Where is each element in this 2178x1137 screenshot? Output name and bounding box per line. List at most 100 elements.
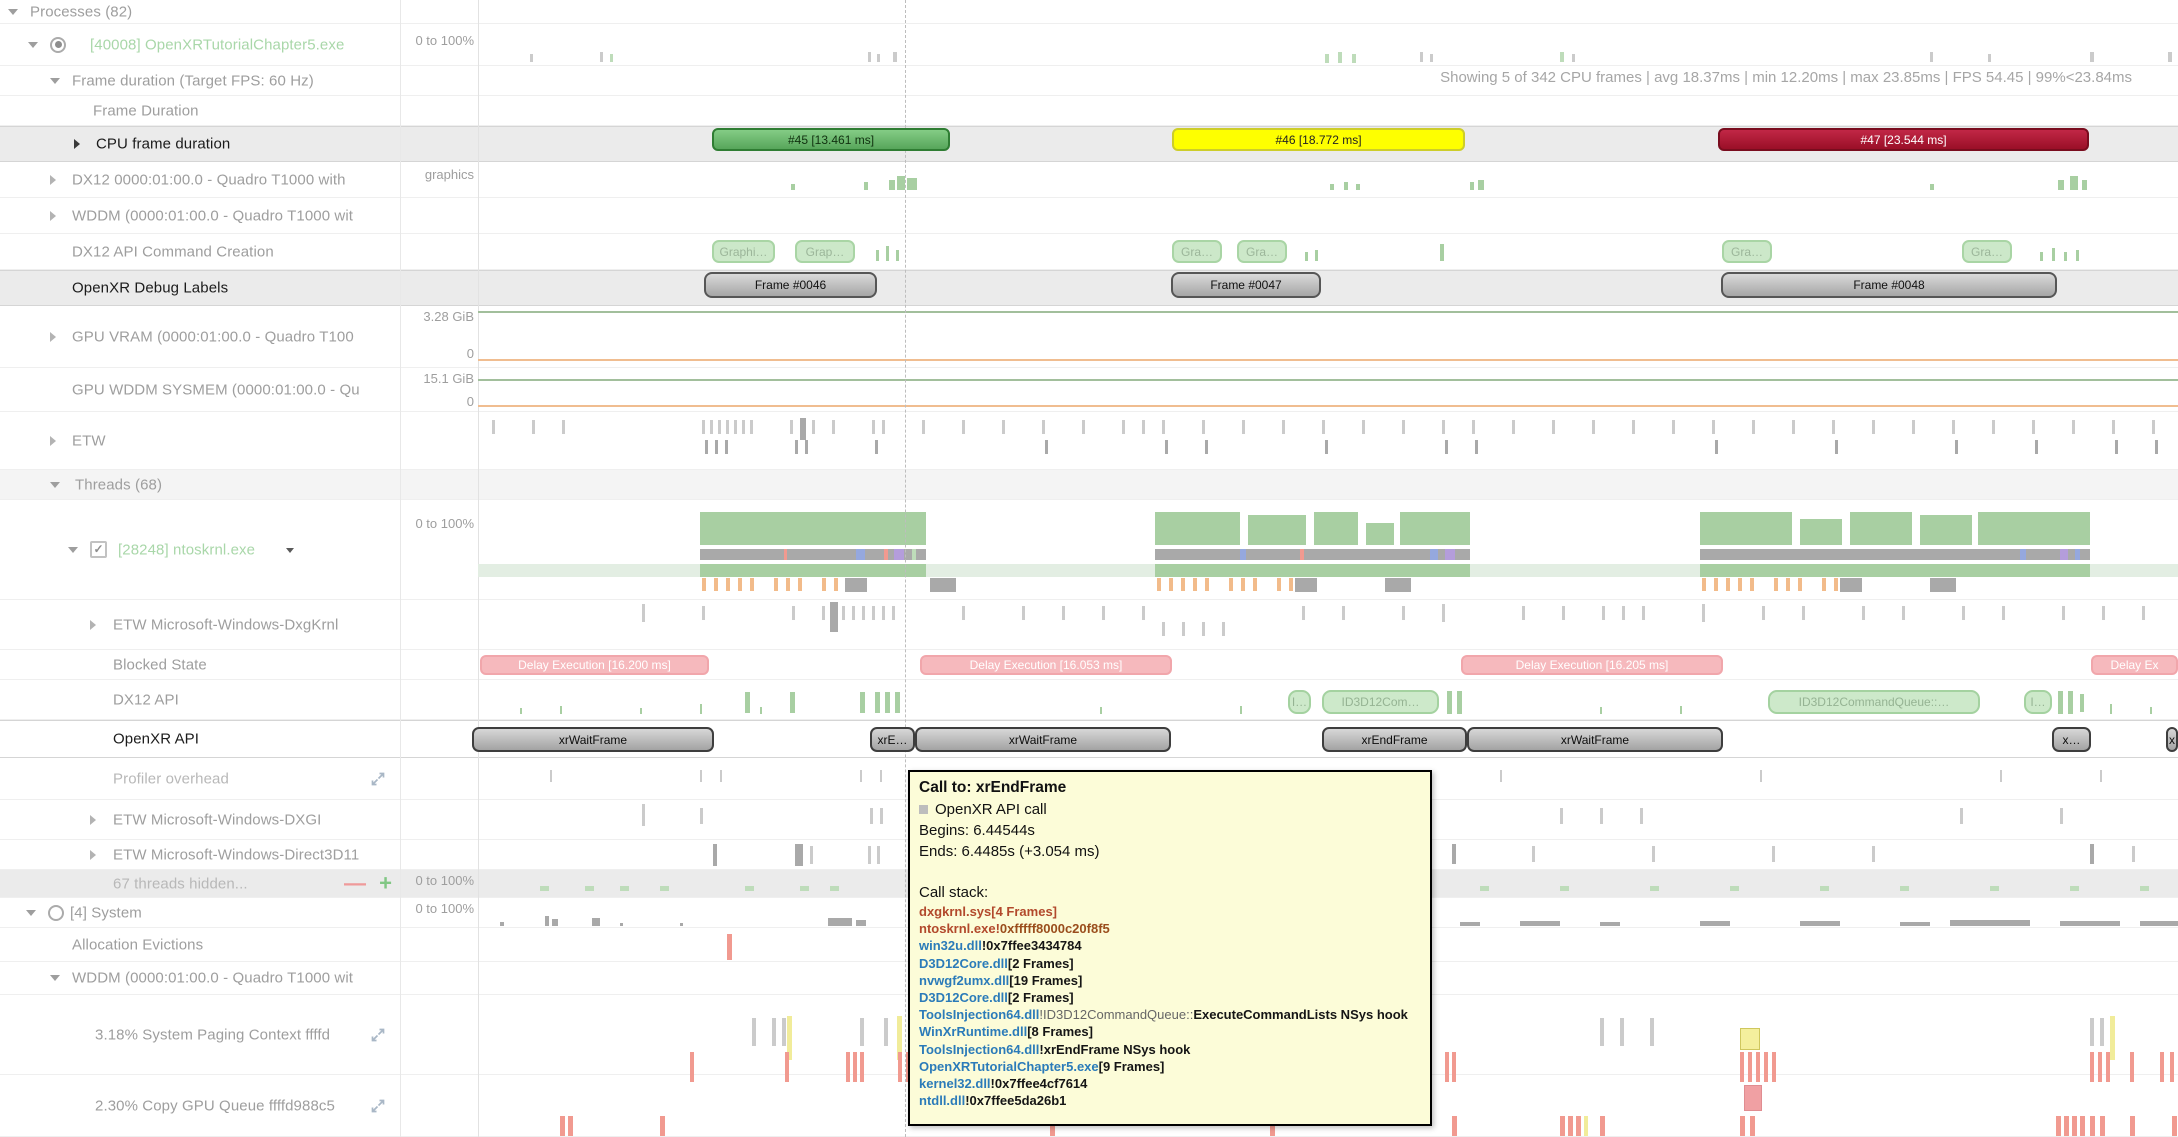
debug-label-box[interactable]: Frame #0048 bbox=[1721, 272, 2057, 298]
sidebar-item-dx12-api[interactable]: DX12 API bbox=[0, 680, 400, 719]
activity-mark bbox=[1750, 578, 1754, 591]
blocked-state-box[interactable]: Delay Execution [16.053 ms] bbox=[920, 655, 1172, 675]
sidebar-item-etw-dxgi[interactable]: ETW Microsoft-Windows-DXGI bbox=[0, 800, 400, 839]
sidebar-item-openxr-debug-labels[interactable]: OpenXR Debug Labels bbox=[0, 271, 400, 305]
chevron-right-icon[interactable] bbox=[50, 211, 56, 221]
chevron-down-icon[interactable] bbox=[28, 42, 38, 48]
dx12-api-call-box[interactable]: ID3D12CommandQueue::… bbox=[1768, 690, 1980, 714]
sidebar-item-process-system[interactable]: [4] System bbox=[0, 898, 400, 927]
dx12-api-call-box[interactable]: ID3D12Com… bbox=[1322, 690, 1439, 714]
chevron-down-icon[interactable] bbox=[68, 547, 78, 553]
openxr-api-call-box[interactable]: xrEndFrame bbox=[1322, 727, 1467, 752]
sidebar-item-processes[interactable]: Processes (82) bbox=[0, 0, 400, 23]
activity-mark bbox=[864, 182, 868, 190]
cpu-frame-bar[interactable]: #46 [18.772 ms] bbox=[1172, 128, 1465, 151]
sidebar-item-etw-direct3d11[interactable]: ETW Microsoft-Windows-Direct3D11 bbox=[0, 840, 400, 869]
activity-mark bbox=[1960, 808, 1963, 824]
blocked-state-box[interactable]: Delay Ex bbox=[2091, 655, 2178, 675]
command-creation-box[interactable]: Graphi… bbox=[712, 240, 775, 263]
sidebar-item-process-openxr[interactable]: [40008] OpenXRTutorialChapter5.exe bbox=[0, 24, 400, 65]
activity-mark bbox=[738, 578, 742, 591]
openxr-api-call-box[interactable]: xrE… bbox=[870, 727, 915, 752]
expand-row-icon[interactable] bbox=[370, 1098, 386, 1114]
sidebar-item-wddm-system[interactable]: WDDM (0000:01:00.0 - Quadro T1000 wit bbox=[0, 962, 400, 994]
sidebar-item-allocation-evictions[interactable]: Allocation Evictions bbox=[0, 928, 400, 961]
sidebar-item-threads[interactable]: Threads (68) bbox=[0, 470, 400, 499]
activity-mark bbox=[1082, 420, 1085, 434]
cpu-frame-bar[interactable]: #45 [13.461 ms] bbox=[712, 128, 950, 151]
sidebar-item-profiler-overhead[interactable]: Profiler overhead bbox=[0, 758, 400, 799]
openxr-api-call-box[interactable]: xrWaitFrame bbox=[915, 727, 1171, 752]
radio-selected-icon[interactable] bbox=[50, 37, 66, 53]
sidebar-item-wddm-gpu[interactable]: WDDM (0000:01:00.0 - Quadro T1000 wit bbox=[0, 198, 400, 233]
sidebar-item-etw[interactable]: ETW bbox=[0, 412, 400, 469]
command-creation-box[interactable]: Gra… bbox=[1722, 240, 1772, 263]
row-label: ETW Microsoft-Windows-Direct3D11 bbox=[113, 846, 359, 863]
sidebar-item-gpu-vram[interactable]: GPU VRAM (0000:01:00.0 - Quadro T100 bbox=[0, 306, 400, 367]
sidebar-item-system-paging-context[interactable]: 3.18% System Paging Context ffffd bbox=[0, 995, 400, 1074]
tooltip-ends: Ends: 6.4485s (+3.054 ms) bbox=[919, 841, 1421, 862]
activity-mark bbox=[898, 1052, 902, 1082]
activity-mark bbox=[868, 846, 871, 864]
chevron-right-icon[interactable] bbox=[50, 436, 56, 446]
chevron-right-icon[interactable] bbox=[74, 139, 80, 149]
show-fewer-threads-button[interactable]: — bbox=[344, 870, 366, 896]
blocked-state-box[interactable]: Delay Execution [16.205 ms] bbox=[1461, 655, 1723, 675]
chevron-down-icon[interactable] bbox=[50, 975, 60, 981]
activity-mark bbox=[1772, 1052, 1776, 1082]
thread-options-dropdown-icon[interactable] bbox=[286, 548, 294, 553]
debug-label-box[interactable]: Frame #0046 bbox=[704, 272, 877, 298]
sidebar-item-cpu-frame-duration[interactable]: CPU frame duration bbox=[0, 127, 400, 161]
command-creation-box[interactable]: Gra… bbox=[1237, 240, 1287, 263]
sidebar-item-threads-hidden[interactable]: 67 threads hidden...—+ bbox=[0, 870, 400, 897]
chevron-down-icon[interactable] bbox=[26, 910, 36, 916]
expand-row-icon[interactable] bbox=[370, 771, 386, 787]
sidebar-item-dx12-api-command-creation[interactable]: DX12 API Command Creation bbox=[0, 234, 400, 269]
cpu-frame-bar[interactable]: #47 [23.544 ms] bbox=[1718, 128, 2089, 151]
command-creation-box[interactable]: Gra… bbox=[1172, 240, 1222, 263]
sidebar-item-etw-dxgkrnl[interactable]: ETW Microsoft-Windows-DxgKrnl bbox=[0, 600, 400, 649]
chevron-down-icon[interactable] bbox=[50, 482, 60, 488]
activity-mark bbox=[2130, 1052, 2134, 1082]
sidebar-item-frame-duration-group[interactable]: Frame duration (Target FPS: 60 Hz) bbox=[0, 66, 400, 95]
chevron-right-icon[interactable] bbox=[90, 850, 96, 860]
blocked-state-box[interactable]: Delay Execution [16.200 ms] bbox=[480, 655, 709, 675]
sidebar-item-blocked-state[interactable]: Blocked State bbox=[0, 650, 400, 679]
openxr-api-call-box[interactable]: xrWaitFrame bbox=[1467, 727, 1723, 752]
activity-mark bbox=[2110, 1016, 2115, 1060]
radio-icon[interactable] bbox=[48, 905, 64, 921]
dx12-api-call-box[interactable]: I… bbox=[1288, 690, 1311, 714]
activity-mark bbox=[2072, 1116, 2077, 1136]
expand-row-icon[interactable] bbox=[370, 1027, 386, 1043]
activity-mark bbox=[1442, 604, 1445, 622]
sidebar-item-copy-gpu-queue[interactable]: 2.30% Copy GPU Queue ffffd988c5 bbox=[0, 1075, 400, 1136]
command-creation-box[interactable]: Grap… bbox=[795, 240, 855, 263]
dx12-api-call-box[interactable]: I… bbox=[2024, 690, 2052, 714]
openxr-api-call-box[interactable]: xrWaitFrame bbox=[472, 727, 714, 752]
openxr-api-call-box[interactable]: x… bbox=[2052, 727, 2091, 752]
row-label: Frame duration (Target FPS: 60 Hz) bbox=[72, 72, 314, 89]
activity-mark bbox=[2040, 252, 2043, 261]
chevron-down-icon[interactable] bbox=[8, 9, 18, 15]
activity-mark bbox=[702, 578, 706, 591]
chevron-right-icon[interactable] bbox=[50, 175, 56, 185]
sidebar-item-gpu-wddm-sysmem[interactable]: GPU WDDM SYSMEM (0000:01:00.0 - Qu bbox=[0, 368, 400, 411]
sidebar-item-openxr-api[interactable]: OpenXR API bbox=[0, 721, 400, 757]
sidebar-item-thread-ntoskrnl[interactable]: ✓[28248] ntoskrnl.exe bbox=[0, 500, 400, 599]
sidebar-item-frame-duration[interactable]: Frame Duration bbox=[0, 96, 400, 125]
debug-label-box[interactable]: Frame #0047 bbox=[1171, 272, 1321, 298]
activity-mark bbox=[1169, 578, 1173, 591]
checkbox-checked-icon[interactable]: ✓ bbox=[90, 541, 107, 558]
openxr-api-call-box[interactable]: x bbox=[2166, 727, 2178, 752]
chevron-down-icon[interactable] bbox=[50, 78, 60, 84]
call-stack-segment: !0x7ffee5da26b1 bbox=[965, 1093, 1066, 1108]
activity-mark bbox=[1798, 578, 1802, 591]
sidebar-item-dx12-gpu[interactable]: DX12 0000:01:00.0 - Quadro T1000 with bbox=[0, 162, 400, 197]
chevron-right-icon[interactable] bbox=[90, 815, 96, 825]
memory-usage-line bbox=[478, 405, 2178, 407]
command-creation-box[interactable]: Gra… bbox=[1962, 240, 2012, 263]
chevron-right-icon[interactable] bbox=[50, 332, 56, 342]
show-more-threads-button[interactable]: + bbox=[379, 870, 392, 896]
row-label: ETW Microsoft-Windows-DxgKrnl bbox=[113, 616, 338, 633]
chevron-right-icon[interactable] bbox=[90, 620, 96, 630]
